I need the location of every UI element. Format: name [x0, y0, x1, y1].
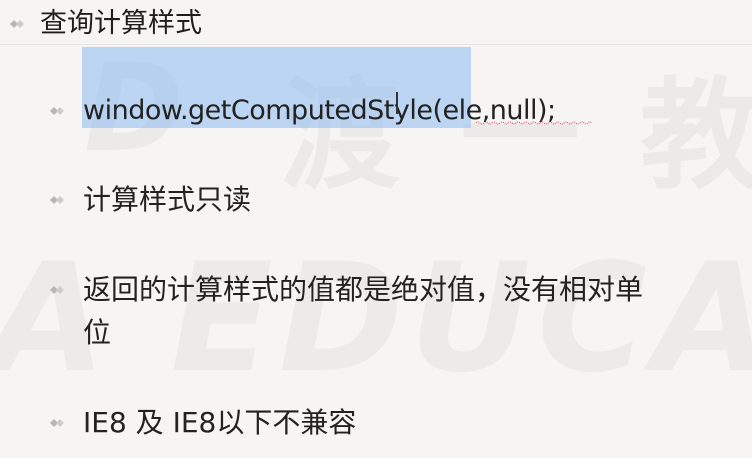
- bullet-text-line2: 位: [83, 316, 112, 349]
- bullet-text: IE8 及 IE8以下不兼容: [83, 406, 357, 439]
- bullet-icon: [50, 285, 64, 295]
- slide-heading: 查询计算样式: [40, 8, 202, 39]
- bullet-icon: [50, 195, 64, 205]
- bullet-text: 计算样式只读: [83, 183, 252, 216]
- text-cursor: [396, 92, 398, 114]
- bullet-icon: [50, 418, 64, 428]
- bullet-icon: [50, 106, 64, 116]
- bullet-text-line1: 返回的计算样式的值都是绝对值，没有相对单: [83, 273, 644, 306]
- slide: D 渡一教 A EDUCAT 查询计算样式 window.getComputed…: [0, 0, 752, 458]
- watermark-english: A EDUCAT: [0, 232, 752, 406]
- spellcheck-underline: [476, 121, 593, 125]
- bullet-icon: [10, 19, 24, 29]
- bullet-code-text[interactable]: window.getComputedStyle(ele,null);: [83, 91, 556, 131]
- title-divider: [0, 44, 752, 45]
